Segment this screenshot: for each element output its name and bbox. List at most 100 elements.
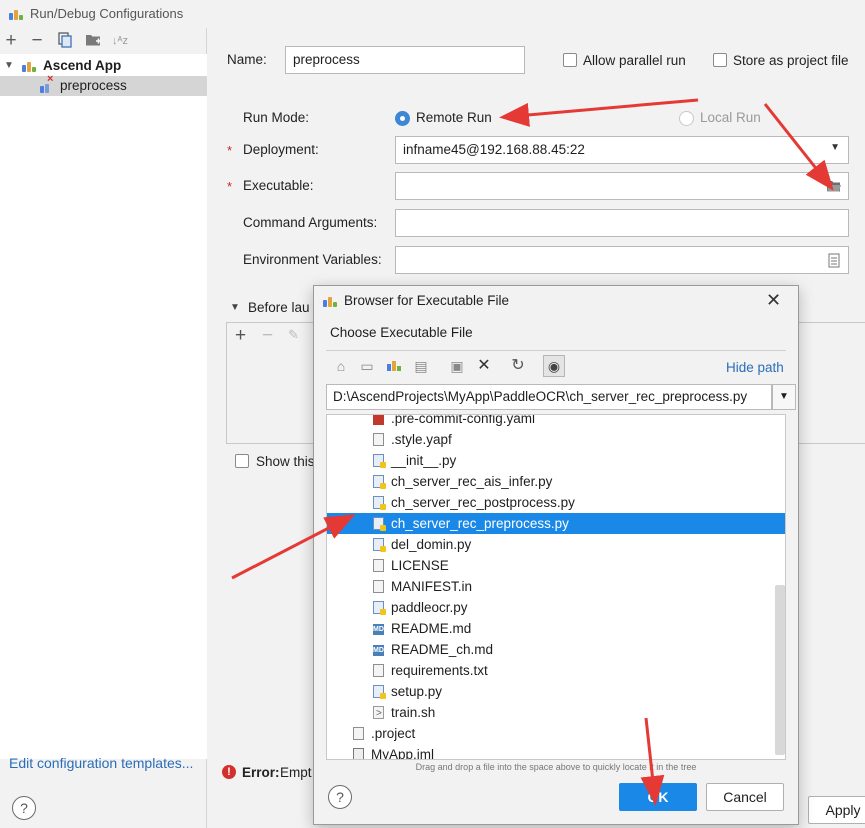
file-row[interactable]: MANIFEST.in <box>327 576 785 597</box>
sort-icon[interactable]: ↓ᴬz <box>111 32 129 50</box>
remote-run-label: Remote Run <box>416 110 492 125</box>
env-field[interactable] <box>395 246 849 274</box>
project-icon[interactable] <box>384 356 404 376</box>
file-name: del_domin.py <box>391 537 472 552</box>
file-row[interactable]: ch_server_rec_postprocess.py <box>327 492 785 513</box>
dialog-subtitle: Choose Executable File <box>330 325 473 340</box>
edit-icon[interactable]: ✎ <box>288 327 299 343</box>
md-file-icon <box>373 645 384 656</box>
file-row[interactable]: .style.yapf <box>327 429 785 450</box>
file-row[interactable]: requirements.txt <box>327 660 785 681</box>
scrollbar-thumb[interactable] <box>775 585 785 755</box>
file-row[interactable]: README_ch.md <box>327 639 785 660</box>
refresh-icon[interactable]: ↻ <box>508 356 528 376</box>
home-icon[interactable]: ⌂ <box>331 356 351 376</box>
deployment-label: Deployment: <box>243 142 319 157</box>
app-icon <box>9 8 23 20</box>
sidebar-toolbar: + − ↓ᴬz <box>0 28 207 54</box>
module-icon[interactable]: ▤ <box>411 356 431 376</box>
file-row[interactable]: LICENSE <box>327 555 785 576</box>
deployment-value: infname45@192.168.88.45:22 <box>403 142 585 157</box>
copy-icon[interactable] <box>56 32 74 50</box>
allow-parallel-label: Allow parallel run <box>583 53 686 68</box>
add-icon[interactable]: + <box>235 325 246 347</box>
folder-icon[interactable] <box>84 32 102 50</box>
file-name: MyApp.iml <box>371 747 435 760</box>
file-name: .project <box>371 726 416 741</box>
edit-env-icon[interactable] <box>828 253 840 271</box>
md-file-icon <box>373 624 384 635</box>
browse-folder-icon[interactable] <box>826 179 842 196</box>
drag-hint: Drag and drop a file into the space abov… <box>415 762 697 772</box>
file-row[interactable]: .pre-commit-config.yaml <box>327 415 785 429</box>
file-row[interactable]: setup.py <box>327 681 785 702</box>
file-row[interactable]: ch_server_rec_preprocess.py <box>327 513 785 534</box>
remove-icon[interactable]: − <box>28 31 46 50</box>
executable-field[interactable] <box>395 172 849 200</box>
edit-templates-link[interactable]: Edit configuration templates... <box>9 755 193 771</box>
file-row[interactable]: README.md <box>327 618 785 639</box>
file-name: README.md <box>391 621 472 636</box>
deployment-select[interactable]: infname45@192.168.88.45:22 ▼ <box>395 136 849 164</box>
close-icon[interactable]: ✕ <box>766 290 781 311</box>
file-name: requirements.txt <box>391 663 488 678</box>
chevron-down-icon: ▼ <box>830 142 840 153</box>
allow-parallel-checkbox[interactable] <box>563 53 577 67</box>
tree-item-label: preprocess <box>60 78 127 93</box>
new-folder-icon[interactable]: ▣ <box>447 356 467 376</box>
name-value: preprocess <box>293 52 360 67</box>
file-row[interactable]: del_domin.py <box>327 534 785 555</box>
chevron-down-icon[interactable]: ▼ <box>230 302 240 313</box>
chevron-down-icon[interactable]: ▼ <box>4 56 14 76</box>
store-project-label: Store as project file <box>733 53 849 68</box>
error-text: Empt <box>280 765 312 780</box>
ok-button[interactable]: OK <box>619 783 697 811</box>
help-icon[interactable]: ? <box>328 785 352 809</box>
remote-run-radio[interactable] <box>395 111 410 126</box>
delete-icon[interactable]: ✕ <box>474 356 494 376</box>
config-error-icon: × <box>40 74 54 93</box>
file-row[interactable]: .project <box>327 723 785 744</box>
file-name: .style.yapf <box>391 432 452 447</box>
file-row[interactable]: __init__.py <box>327 450 785 471</box>
env-label: Environment Variables: <box>243 252 382 267</box>
app-icon <box>323 295 337 307</box>
error-label: Error: <box>242 765 280 780</box>
browser-dialog: Browser for Executable File ✕ Choose Exe… <box>313 285 799 825</box>
file-row[interactable]: train.sh <box>327 702 785 724</box>
args-field[interactable] <box>395 209 849 237</box>
required-marker: * <box>227 179 233 194</box>
file-name: train.sh <box>391 705 436 720</box>
path-history-dropdown[interactable]: ▼ <box>772 384 796 410</box>
show-hidden-icon[interactable]: ◉ <box>543 355 565 377</box>
file-name: ch_server_rec_preprocess.py <box>391 516 569 531</box>
file-row[interactable]: paddleocr.py <box>327 597 785 618</box>
path-field[interactable]: D:\AscendProjects\MyApp\PaddleOCR\ch_ser… <box>326 384 772 410</box>
help-icon[interactable]: ? <box>12 796 36 820</box>
file-name: paddleocr.py <box>391 600 468 615</box>
local-run-radio[interactable] <box>679 111 694 126</box>
file-name: __init__.py <box>391 453 457 468</box>
apply-button[interactable]: Apply <box>808 796 865 824</box>
file-name: MANIFEST.in <box>391 579 473 594</box>
text-file-icon <box>373 559 384 572</box>
error-icon: ! <box>222 765 236 779</box>
cancel-button[interactable]: Cancel <box>706 783 784 811</box>
hide-path-link[interactable]: Hide path <box>726 360 784 375</box>
tree-group-ascend-app[interactable]: ▼ Ascend App <box>0 56 207 76</box>
add-icon[interactable]: + <box>2 31 20 50</box>
py-file-icon <box>373 496 386 510</box>
text-file-icon <box>373 433 384 446</box>
file-row[interactable]: ch_server_rec_ais_infer.py <box>327 471 785 492</box>
file-row[interactable]: MyApp.iml <box>327 744 785 760</box>
name-field[interactable]: preprocess <box>285 46 525 74</box>
store-project-checkbox[interactable] <box>713 53 727 67</box>
tree-item-preprocess[interactable]: × preprocess <box>0 74 207 96</box>
tree-group-label: Ascend App <box>43 58 122 73</box>
window-title: Run/Debug Configurations <box>30 6 184 21</box>
run-mode-label: Run Mode: <box>243 110 310 125</box>
desktop-icon[interactable]: ▭ <box>357 356 377 376</box>
file-name: ch_server_rec_postprocess.py <box>391 495 575 510</box>
show-page-checkbox[interactable] <box>235 454 249 468</box>
remove-icon[interactable]: − <box>262 325 273 347</box>
